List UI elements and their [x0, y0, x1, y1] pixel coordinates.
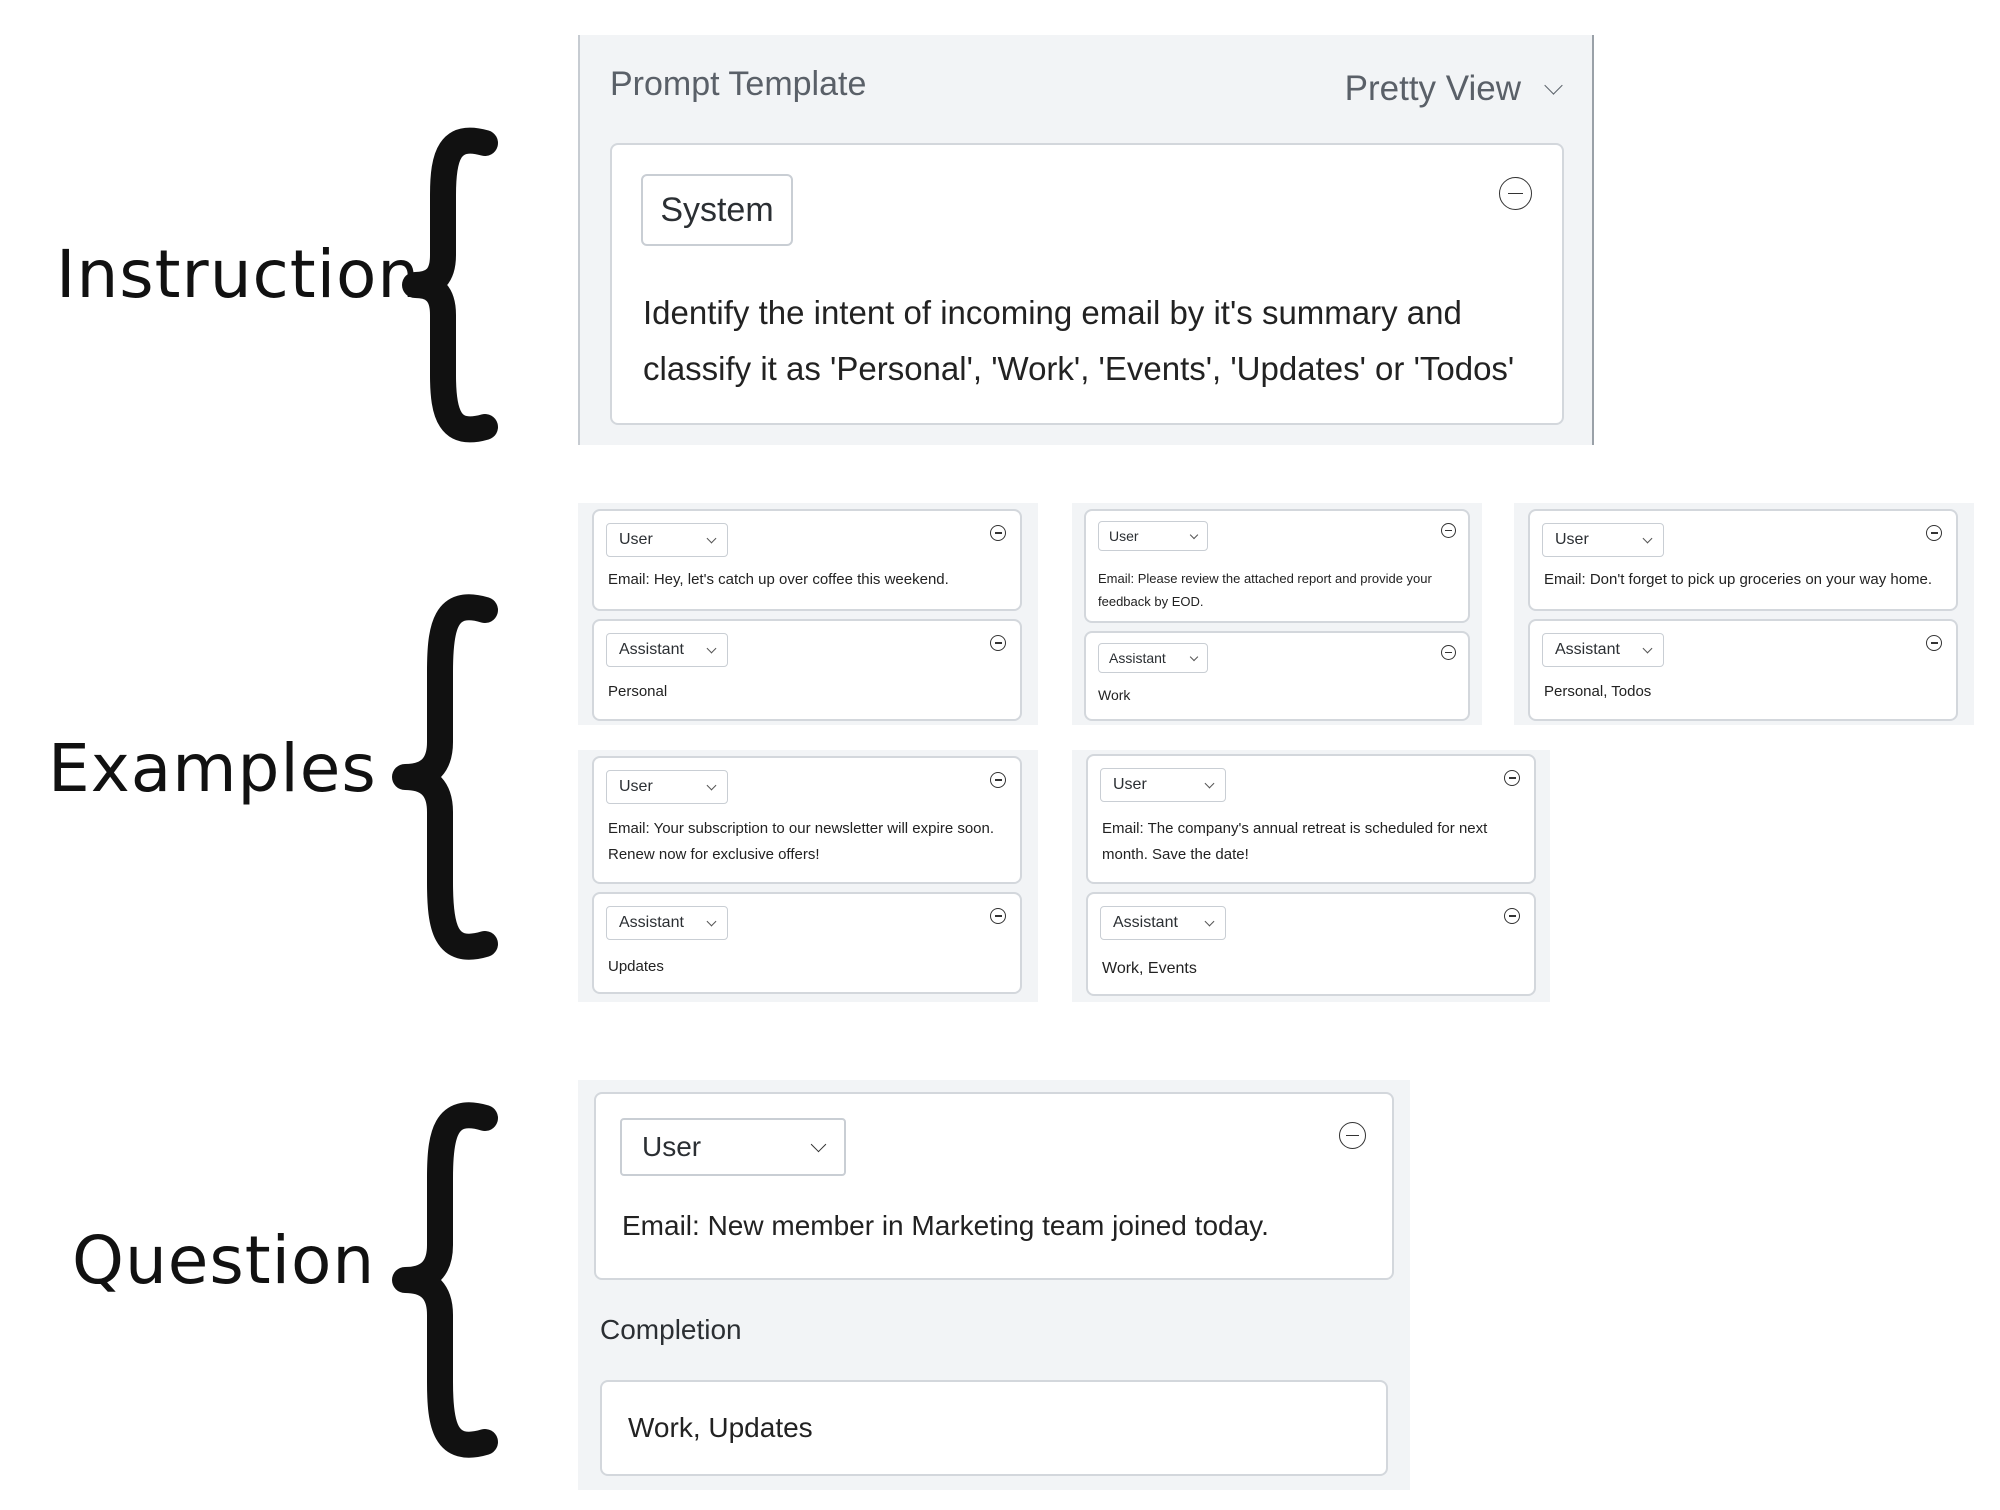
role-label: User: [619, 778, 653, 795]
user-text-line-1: Email: Please review the attached report…: [1098, 571, 1432, 586]
example-5-panel: User Email: The company's annual retreat…: [1072, 750, 1550, 1002]
examples-brace: [392, 594, 498, 960]
example-1-user-card: User Email: Hey, let's catch up over cof…: [592, 509, 1022, 611]
example-5-user-card: User Email: The company's annual retreat…: [1086, 754, 1536, 884]
remove-message-icon[interactable]: [990, 525, 1006, 541]
user-message-text: Email: Your subscription to our newslett…: [608, 816, 994, 868]
user-message-text: Email: Hey, let's catch up over coffee t…: [608, 571, 949, 588]
example-4-panel: User Email: Your subscription to our new…: [578, 750, 1038, 1002]
view-select[interactable]: Pretty View: [1344, 69, 1563, 109]
instruction-label: Instruction: [56, 236, 421, 313]
user-text-line-2: feedback by EOD.: [1098, 594, 1204, 609]
role-label: Assistant: [1113, 914, 1178, 931]
example-3-panel: User Email: Don't forget to pick up groc…: [1514, 503, 1974, 725]
user-role-select[interactable]: User: [1098, 521, 1208, 551]
role-label: User: [1109, 528, 1139, 544]
assistant-role-select[interactable]: Assistant: [1100, 906, 1226, 940]
example-5-assistant-card: Assistant Work, Events: [1086, 892, 1536, 996]
role-label: Assistant: [619, 914, 684, 931]
example-3-assistant-card: Assistant Personal, Todos: [1528, 619, 1958, 721]
role-label: Assistant: [1109, 650, 1166, 666]
user-role-select[interactable]: User: [606, 523, 728, 557]
example-1-panel: User Email: Hey, let's catch up over cof…: [578, 503, 1038, 725]
chevron-down-icon: [1204, 916, 1215, 926]
remove-message-icon[interactable]: [990, 908, 1006, 924]
example-2-assistant-card: Assistant Work: [1084, 631, 1470, 721]
remove-message-icon[interactable]: [1504, 908, 1520, 924]
role-label: User: [642, 1131, 702, 1162]
user-role-select[interactable]: User: [1100, 768, 1226, 802]
chevron-down-icon: [706, 916, 717, 926]
question-brace: [392, 1102, 498, 1458]
remove-message-icon[interactable]: [1441, 645, 1456, 660]
completion-label: Completion: [600, 1314, 742, 1345]
remove-message-icon[interactable]: [1441, 523, 1456, 538]
assistant-message-text: Updates: [608, 958, 664, 975]
remove-message-icon[interactable]: [1339, 1122, 1366, 1149]
chevron-down-icon: [706, 780, 717, 790]
user-message-text: Email: Don't forget to pick up groceries…: [1544, 571, 1933, 588]
question-user-card: User Email: New member in Marketing team…: [594, 1092, 1394, 1280]
chevron-down-icon: [1642, 643, 1653, 653]
examples-label: Examples: [48, 730, 377, 807]
system-message-card: System Identify the intent of incoming e…: [610, 143, 1564, 425]
question-label: Question: [72, 1222, 376, 1299]
role-label: User: [1113, 776, 1147, 793]
user-message-text: Email: The company's annual retreat is s…: [1102, 816, 1487, 868]
chevron-down-icon: [1189, 530, 1199, 539]
view-select-label: Pretty View: [1344, 69, 1521, 108]
chevron-down-icon: [1642, 533, 1653, 543]
remove-message-icon[interactable]: [990, 772, 1006, 788]
assistant-role-select[interactable]: Assistant: [606, 906, 728, 940]
assistant-message-text: Work, Events: [1102, 960, 1197, 977]
remove-message-icon[interactable]: [1926, 635, 1942, 651]
example-3-user-card: User Email: Don't forget to pick up groc…: [1528, 509, 1958, 611]
assistant-message-text: Work: [1098, 687, 1131, 703]
system-message-text: Identify the intent of incoming email by…: [643, 285, 1514, 397]
assistant-role-select[interactable]: Assistant: [1098, 643, 1208, 673]
remove-message-icon[interactable]: [1499, 177, 1532, 210]
role-label: Assistant: [1555, 641, 1620, 658]
user-role-select[interactable]: User: [1542, 523, 1664, 557]
user-message-text: Email: Please review the attached report…: [1098, 567, 1432, 613]
example-4-assistant-card: Assistant Updates: [592, 892, 1022, 994]
system-text-line-1: Identify the intent of incoming email by…: [643, 294, 1462, 331]
example-1-assistant-card: Assistant Personal: [592, 619, 1022, 721]
prompt-template-panel: Prompt Template Pretty View System Ident…: [578, 35, 1594, 445]
user-message-text: Email: New member in Marketing team join…: [622, 1210, 1269, 1241]
chevron-down-icon: [1204, 778, 1215, 788]
question-panel: User Email: New member in Marketing team…: [578, 1080, 1410, 1490]
role-label: User: [1555, 531, 1589, 548]
example-4-user-card: User Email: Your subscription to our new…: [592, 756, 1022, 884]
user-text-line-2: month. Save the date!: [1102, 846, 1249, 863]
remove-message-icon[interactable]: [990, 635, 1006, 651]
role-label: User: [619, 531, 653, 548]
chevron-down-icon: [706, 533, 717, 543]
user-text-line-2: Renew now for exclusive offers!: [608, 846, 820, 863]
chevron-down-icon: [810, 1136, 827, 1152]
completion-value: Work, Updates: [628, 1412, 813, 1443]
remove-message-icon[interactable]: [1926, 525, 1942, 541]
remove-message-icon[interactable]: [1504, 770, 1520, 786]
role-label: Assistant: [619, 641, 684, 658]
example-2-panel: User Email: Please review the attached r…: [1072, 503, 1482, 725]
prompt-template-title: Prompt Template: [610, 65, 867, 103]
user-role-select[interactable]: User: [606, 770, 728, 804]
assistant-role-select[interactable]: Assistant: [1542, 633, 1664, 667]
completion-field[interactable]: Work, Updates: [600, 1380, 1388, 1476]
assistant-role-select[interactable]: Assistant: [606, 633, 728, 667]
user-text-line-1: Email: The company's annual retreat is s…: [1102, 820, 1488, 837]
chevron-down-icon: [706, 643, 717, 653]
assistant-message-text: Personal, Todos: [1544, 683, 1652, 700]
chevron-down-icon: [1189, 652, 1199, 661]
instruction-brace: [402, 127, 498, 443]
system-text-line-2: classify it as 'Personal', 'Work', 'Even…: [643, 350, 1515, 387]
chevron-down-icon: [1544, 75, 1563, 95]
example-2-user-card: User Email: Please review the attached r…: [1084, 509, 1470, 623]
user-role-select[interactable]: User: [620, 1118, 846, 1176]
system-role-select[interactable]: System: [641, 174, 793, 246]
assistant-message-text: Personal: [608, 683, 668, 700]
user-text-line-1: Email: Your subscription to our newslett…: [608, 820, 995, 837]
